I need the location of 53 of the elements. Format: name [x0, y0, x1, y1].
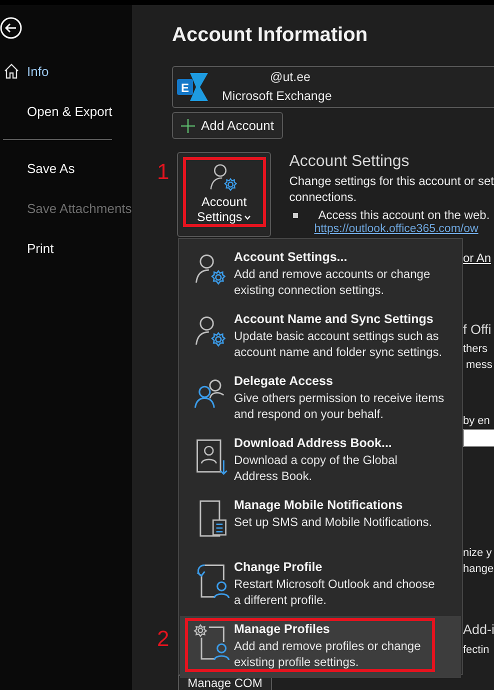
step-number: 1 — [157, 160, 170, 184]
menu-item-description: Update basic account settings such as account name and folder sync settings. — [234, 328, 442, 360]
partial-text: hange — [463, 562, 494, 577]
partial-text: by en — [463, 414, 490, 429]
sidebar-item[interactable]: Print — [0, 228, 132, 268]
add-account-button[interactable]: Add Account — [172, 112, 283, 139]
caret-icon — [244, 215, 252, 220]
menu-item[interactable]: Manage Mobile Notifications Set up SMS and Mobile Notifications. — [180, 492, 461, 554]
menu-item-description: Download a copy of the Global Address Book. — [234, 452, 398, 484]
partial-field[interactable] — [463, 429, 494, 447]
bullet-icon — [293, 212, 298, 218]
section-heading: Account Settings — [289, 152, 410, 172]
back-icon[interactable] — [0, 17, 22, 39]
section-description: Change settings for this account or set connections. — [289, 173, 494, 205]
menu-item[interactable]: Change Profile Restart Microsoft Outlook and choose a different profile. — [180, 554, 461, 616]
partial-heading: f Offi — [463, 321, 492, 339]
menu-item-description: Set up SMS and Mobile Notifications. — [234, 514, 432, 530]
menu-item-title: Delegate Access — [234, 373, 333, 390]
menu-item[interactable]: Manage Profiles Add and remove profiles or change existing profile settings. — [180, 616, 461, 678]
menu-item-title: Account Settings... — [234, 249, 348, 266]
exchange-logo: E — [176, 72, 210, 102]
partial-text: nize y — [463, 546, 492, 561]
sidebar-item[interactable]: Save As — [0, 148, 132, 188]
bullet-text: Access this account on the web. — [318, 207, 490, 223]
menu-item-title: Manage Profiles — [234, 621, 330, 638]
partial-link[interactable]: or An — [463, 250, 492, 266]
partial-text: fectin — [463, 643, 490, 658]
person-gear-icon — [209, 163, 240, 193]
menu-item-title: Change Profile — [234, 559, 322, 576]
web-link[interactable]: https://outlook.office365.com/ow — [314, 223, 478, 236]
menu-item-title: Manage Mobile Notifications — [234, 497, 403, 514]
sidebar-item[interactable]: Info — [0, 51, 132, 91]
account-email: @ut.ee — [270, 69, 310, 86]
menu-item[interactable]: Delegate Access Give others permission to receive items and respond on your behalf. — [180, 368, 461, 430]
partial-text: thers — [463, 342, 488, 357]
menu-item[interactable]: Account Settings... Add and remove accounts or change existing connection settings. — [180, 244, 461, 306]
menu-item-title: Download Address Book... — [234, 435, 392, 452]
menu-item-description: Add and remove profiles or change existing profile settings. — [234, 638, 421, 670]
page-title: Account Information — [172, 23, 369, 48]
plus-icon — [181, 118, 195, 132]
account-type: Microsoft Exchange — [222, 88, 332, 105]
home-icon — [4, 63, 19, 79]
menu-item-description: Restart Microsoft Outlook and choose a different profile. — [234, 576, 435, 608]
partial-text: mess — [465, 358, 492, 373]
menu-item[interactable]: Download Address Book... Download a copy of the Global Address Book. — [180, 430, 461, 492]
gear-profile-icon — [192, 623, 230, 661]
sidebar-item[interactable]: Open & Export — [0, 91, 132, 131]
menu-item-title: Account Name and Sync Settings — [234, 311, 434, 328]
menu-item[interactable]: Account Name and Sync Settings Update basic account settings such as account name and folder sync settings. — [180, 306, 461, 368]
menu-item-description: Add and remove accounts or change existing connection settings. — [234, 266, 430, 298]
step-number: 2 — [157, 627, 170, 651]
menu-item-description: Give others permission to receive items and respond on your behalf. — [234, 390, 444, 422]
partial-heading: Add-i — [463, 621, 494, 639]
